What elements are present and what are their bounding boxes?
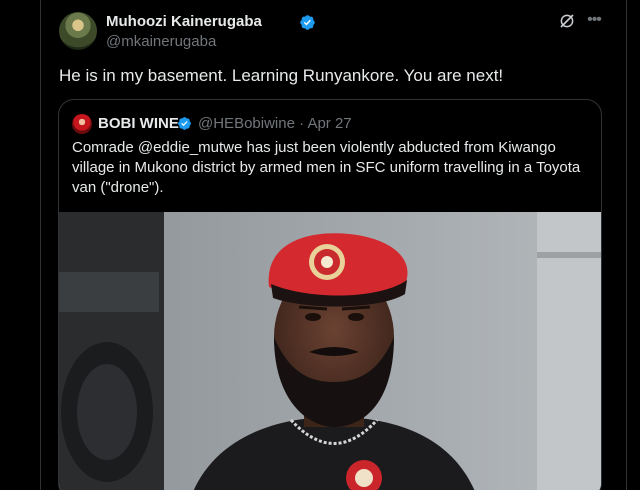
author-avatar[interactable] [59,12,97,50]
quoted-author-name: BOBI WINE [98,115,179,132]
meta-separator: · [299,115,305,132]
quoted-text: Comrade @eddie_mutwe has just been viole… [72,139,581,196]
author-handle[interactable]: @mkainerugaba [106,33,216,50]
quoted-meta: @HEBobiwine · Apr 27 [198,115,352,132]
photo-image [59,212,601,490]
quoted-tweet[interactable]: BOBI WINE @HEBobiwine · Apr 27 Comrade @… [58,99,602,490]
quoted-date: Apr 27 [307,115,352,132]
quoted-author-handle: @HEBobiwine [198,115,295,132]
author-name[interactable]: Muhoozi Kainerugaba [106,13,262,30]
timeline-right-border [626,0,627,490]
tweet[interactable]: Muhoozi Kainerugaba @mkainerugaba ••• He… [41,0,626,490]
quoted-author-avatar [72,114,92,134]
verified-badge-icon [300,15,315,30]
more-icon[interactable]: ••• [583,10,605,32]
quoted-photo[interactable] [59,212,601,490]
verified-badge-icon [178,117,191,130]
grok-icon[interactable] [558,12,576,30]
tweet-text: He is in my basement. Learning Runyankor… [59,66,504,85]
